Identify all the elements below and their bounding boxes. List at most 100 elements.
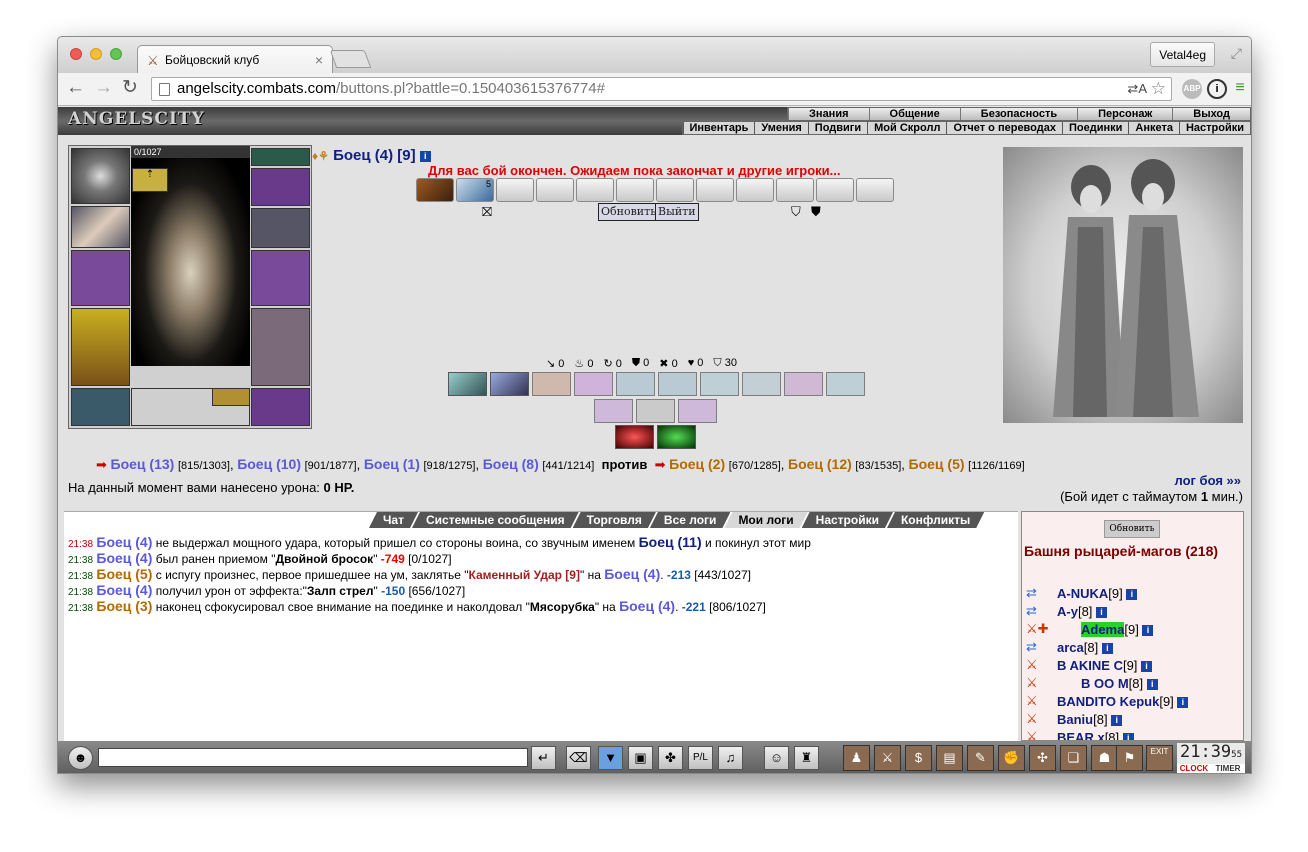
clear-icon[interactable]: ⌫	[566, 746, 591, 770]
group-icon[interactable]: ☗	[1091, 745, 1118, 771]
filter-icon[interactable]: ▼	[598, 746, 623, 770]
player-item[interactable]: BEAR x[8] i	[1057, 730, 1134, 740]
potion-red[interactable]	[615, 425, 654, 449]
submenu-settings[interactable]: Настройки	[1178, 122, 1250, 134]
forward-icon[interactable]: →	[94, 78, 113, 98]
exit-game-button[interactable]: EXIT	[1146, 745, 1173, 771]
team-right-fighter[interactable]: Боец (5)	[909, 456, 965, 472]
back-icon[interactable]: ←	[66, 78, 85, 98]
player-item[interactable]: Baniu[8] i	[1057, 712, 1123, 727]
scroll-slot-5[interactable]	[576, 178, 614, 202]
ability-11[interactable]	[594, 399, 633, 423]
translate-icon[interactable]: ⇄A	[1127, 81, 1147, 97]
chest-icon[interactable]: ▤	[936, 745, 963, 771]
menu-security[interactable]: Безопасность	[959, 108, 1077, 120]
ability-3[interactable]	[532, 372, 571, 396]
player-item[interactable]: A-NUKA[9] i	[1057, 586, 1138, 601]
team-left-fighter[interactable]: Боец (1)	[364, 456, 420, 472]
ability-12[interactable]	[636, 399, 675, 423]
ability-1[interactable]	[448, 372, 487, 396]
music-icon[interactable]: ♫	[718, 746, 743, 770]
scroll-slot-9[interactable]	[736, 178, 774, 202]
bookmark-star-icon[interactable]: ☆	[1151, 79, 1166, 99]
ability-2[interactable]	[490, 372, 529, 396]
menu-character[interactable]: Персонаж	[1077, 108, 1172, 120]
chat-input[interactable]	[98, 748, 528, 767]
submenu-transfers[interactable]: Отчет о переводах	[946, 122, 1062, 134]
log-actor[interactable]: Боец (4)	[96, 550, 152, 566]
potion-green[interactable]	[657, 425, 696, 449]
gloves-slot[interactable]	[251, 208, 310, 248]
boots-slot[interactable]	[251, 388, 310, 426]
rings-right-slot[interactable]	[251, 168, 310, 206]
money-icon[interactable]: $	[905, 745, 932, 771]
submenu-achievements[interactable]: Подвиги	[807, 122, 867, 134]
battle-log-link[interactable]: лог боя »»	[1174, 473, 1241, 488]
team-left-fighter[interactable]: Боец (13)	[111, 456, 175, 472]
log-target[interactable]: Боец (4)	[619, 598, 675, 614]
scroll-slot[interactable]: ⇡	[132, 168, 168, 192]
scroll-slot-11[interactable]	[816, 178, 854, 202]
scroll-slot-4[interactable]	[536, 178, 574, 202]
ability-5[interactable]	[616, 372, 655, 396]
scroll-slot-6[interactable]	[616, 178, 654, 202]
refresh-button[interactable]: Обновить	[598, 203, 660, 221]
player-item[interactable]: A-y[8] i	[1057, 604, 1108, 619]
tab-chat[interactable]: Чат	[369, 512, 418, 528]
log-actor[interactable]: Боец (4)	[96, 582, 152, 598]
menu-communication[interactable]: Общение	[868, 108, 960, 120]
user-profile-button[interactable]: Vetal4eg	[1150, 42, 1215, 67]
tab-all-logs[interactable]: Все логи	[650, 512, 731, 528]
bracers-slot[interactable]	[71, 206, 130, 248]
team-right-fighter[interactable]: Боец (12)	[788, 456, 852, 472]
armor-slot[interactable]	[71, 308, 130, 386]
weapon-left-slot[interactable]	[71, 250, 130, 306]
shield-swirl-icon[interactable]: ⛊	[811, 204, 821, 220]
shield-down-icon[interactable]: ⛉	[791, 204, 801, 220]
exit-button[interactable]: Выйти	[655, 203, 699, 221]
gift-icon[interactable]: ❏	[1060, 745, 1087, 771]
ability-8[interactable]	[742, 372, 781, 396]
fist-icon[interactable]: ✊	[998, 745, 1025, 771]
submenu-skills[interactable]: Умения	[754, 122, 807, 134]
menu-icon[interactable]: ≡	[1230, 79, 1250, 99]
player-item[interactable]: BANDITO Kepuk[9] i	[1057, 694, 1189, 709]
close-window-button[interactable]	[70, 48, 82, 60]
team-left-fighter[interactable]: Боец (10)	[237, 456, 301, 472]
sword-icon[interactable]: ⚔	[874, 745, 901, 771]
submenu-profile[interactable]: Анкета	[1128, 122, 1179, 134]
ability-4[interactable]	[574, 372, 613, 396]
info-icon[interactable]: i	[419, 151, 431, 162]
team-right-fighter[interactable]: Боец (2)	[669, 456, 725, 472]
timer-tab[interactable]: TIMER	[1211, 764, 1245, 773]
browser-tab[interactable]: ⚔ Бойцовский клуб ×	[137, 45, 333, 73]
scroll-slot-8[interactable]	[696, 178, 734, 202]
compass-icon[interactable]: ✣	[1029, 745, 1056, 771]
log-target[interactable]: Боец (11)	[639, 534, 702, 550]
send-icon[interactable]: ↵	[531, 746, 556, 770]
speak-icon[interactable]: ☻	[68, 746, 93, 770]
tab-my-logs[interactable]: Мои логи	[724, 512, 807, 528]
log-actor[interactable]: Боец (5)	[96, 566, 152, 582]
submenu-my-scroll[interactable]: Мой Скролл	[867, 122, 946, 134]
info-extension-icon[interactable]: i	[1207, 79, 1227, 99]
minimize-window-button[interactable]	[90, 48, 102, 60]
player-item[interactable]: Adema[9] i	[1081, 622, 1154, 637]
room-refresh-button[interactable]: Обновить	[1104, 520, 1160, 538]
player-item[interactable]: arca[8] i	[1057, 640, 1113, 655]
tab-system-messages[interactable]: Системные сообщения	[412, 512, 579, 528]
adblock-icon[interactable]: ABP	[1182, 79, 1202, 99]
close-tab-icon[interactable]: ×	[315, 52, 323, 68]
feather-icon[interactable]: ✎	[967, 745, 994, 771]
player-item[interactable]: B AKINE C[9] i	[1057, 658, 1153, 673]
log-target[interactable]: Боец (4)	[604, 566, 660, 582]
scroll-slot-12[interactable]	[856, 178, 894, 202]
log-actor[interactable]: Боец (4)	[96, 534, 152, 550]
private-icon[interactable]: P/L	[688, 746, 713, 770]
ability-6[interactable]	[658, 372, 697, 396]
scroll-slot-2[interactable]: 5	[456, 178, 494, 202]
weapon-right-slot[interactable]	[251, 250, 310, 306]
smiley-icon[interactable]: ☺	[764, 746, 789, 770]
new-tab-button[interactable]	[329, 50, 372, 68]
player-item[interactable]: B OO M[8] i	[1081, 676, 1158, 691]
